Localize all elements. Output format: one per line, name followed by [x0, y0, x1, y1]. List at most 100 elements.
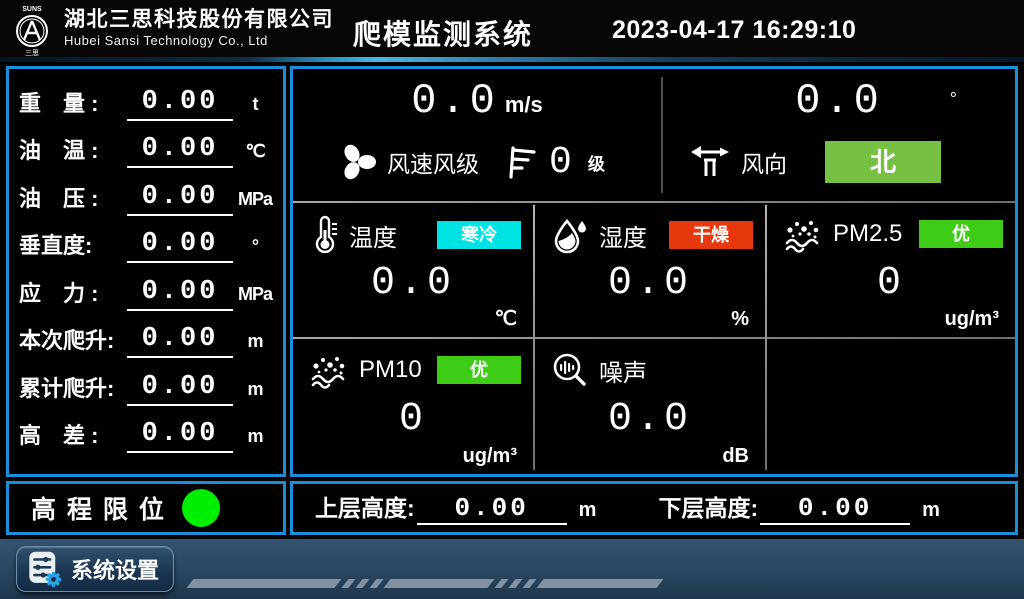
metric-value: 0.00	[127, 231, 233, 263]
wind-direction-label: 风向	[741, 145, 787, 179]
temperature-value: 0.0	[293, 261, 533, 306]
lower-height-unit: m	[922, 499, 940, 525]
metric-row-oil-temp: 油 温 : 0.00 ℃	[19, 133, 273, 168]
company-name-cn: 湖北三思科技股份有限公司	[64, 9, 334, 31]
metric-value: 0.00	[127, 89, 233, 121]
system-settings-button[interactable]: 系统设置	[16, 546, 174, 592]
upper-height-group: 上层高度: 0.00 m	[315, 489, 596, 525]
cell-temperature: 温度 寒冷 0.0 ℃	[293, 203, 533, 337]
header-bar: SUNS 三思 湖北三思科技股份有限公司 Hubei Sansi Technol…	[0, 0, 1024, 57]
metric-label: 重 量 :	[19, 86, 123, 121]
logo-sansi-text: 三思	[25, 49, 39, 57]
cell-pm10: PM10 优 0 ug/m³	[293, 339, 533, 474]
taskbar: 系统设置	[0, 539, 1024, 599]
metric-row-oil-pressure: 油 压 : 0.00 MPa	[19, 181, 273, 216]
lower-height-group: 下层高度: 0.00 m	[658, 489, 939, 525]
pm10-unit: ug/m³	[463, 445, 517, 468]
header-accent-strip	[0, 57, 1024, 62]
temperature-unit: ℃	[495, 306, 517, 331]
environment-panel: 0.0m/s 风速风级 0 级 0.0 °	[290, 66, 1018, 477]
wind-direction-readout: 0.0	[663, 77, 1015, 125]
metric-value: 0.00	[127, 374, 233, 406]
cell-temperature-head: 温度 寒冷	[293, 203, 533, 255]
metric-unit: m	[237, 379, 273, 406]
thermometer-icon	[309, 215, 339, 255]
metric-unit: ℃	[237, 141, 273, 168]
lower-height-value: 0.00	[760, 495, 910, 525]
pm10-value: 0	[293, 397, 533, 442]
upper-height-label: 上层高度:	[315, 489, 415, 525]
wind-direction-row: 风向 北	[687, 135, 941, 189]
metric-unit: m	[237, 331, 273, 358]
wind-speed-value: 0.0	[411, 77, 499, 125]
metric-unit: t	[237, 94, 273, 121]
cell-noise-head: 噪声	[535, 339, 765, 389]
metric-row-height-diff: 高 差 : 0.00 m	[19, 418, 273, 453]
cell-pm10-head: PM10 优	[293, 339, 533, 389]
humidity-unit: %	[731, 308, 749, 331]
humidity-value: 0.0	[535, 261, 765, 306]
metric-label: 本次爬升:	[19, 323, 123, 358]
metric-row-current-climb: 本次爬升: 0.00 m	[19, 323, 273, 358]
noise-value: 0.0	[535, 397, 765, 442]
metric-value: 0.00	[127, 326, 233, 358]
metric-label: 高 差 :	[19, 418, 123, 453]
cell-pm25-head: PM2.5 优	[767, 203, 1015, 253]
particles-icon	[783, 215, 823, 253]
layer-heights-box: 上层高度: 0.00 m 下层高度: 0.00 m	[290, 481, 1018, 535]
noise-icon	[551, 351, 589, 389]
particles-icon	[309, 351, 349, 389]
pm25-value: 0	[767, 261, 1015, 306]
monitor-screen: SUNS 三思 湖北三思科技股份有限公司 Hubei Sansi Technol…	[0, 0, 1024, 599]
elevation-limit-light	[182, 489, 220, 527]
metric-unit: m	[237, 426, 273, 453]
metric-unit: °	[237, 236, 273, 263]
wind-level-readout: 风速风级 0 级	[335, 135, 605, 189]
system-settings-label: 系统设置	[71, 553, 159, 585]
company-name-en: Hubei Sansi Technology Co., Ltd	[64, 34, 334, 48]
metric-label: 油 压 :	[19, 181, 123, 216]
elevation-limit-label: 高 程 限 位	[31, 490, 166, 526]
metric-unit: MPa	[237, 189, 273, 216]
metrics-panel: 重 量 : 0.00 t 油 温 : 0.00 ℃ 油 压 : 0.00 MPa…	[6, 66, 286, 477]
wind-speed-label: 风速风级	[387, 145, 479, 179]
pm10-label: PM10	[359, 356, 422, 384]
page-title: 爬模监测系统	[353, 13, 533, 53]
temperature-label: 温度	[349, 218, 397, 253]
metric-label: 应 力 :	[19, 276, 123, 311]
wind-direction-value: 0.0	[795, 77, 883, 125]
droplet-icon	[551, 215, 589, 255]
noise-unit: dB	[722, 445, 749, 468]
pm25-unit: ug/m³	[945, 308, 999, 331]
humidity-label: 湿度	[599, 218, 647, 253]
upper-height-value: 0.00	[417, 495, 567, 525]
wind-direction-unit: °	[950, 89, 957, 110]
cell-pm25: PM2.5 优 0 ug/m³	[767, 203, 1015, 337]
metric-value: 0.00	[127, 421, 233, 453]
logo-suns-text: SUNS	[22, 6, 42, 13]
wind-direction-section: 0.0 ° 风向 北	[663, 69, 1015, 201]
metric-row-verticality: 垂直度: 0.00 °	[19, 228, 273, 263]
fan-icon	[335, 140, 379, 184]
humidity-status-badge: 干燥	[669, 221, 753, 249]
taskbar-decor-stripes	[190, 579, 660, 588]
wind-level-flag-icon	[505, 143, 537, 181]
wind-direction-badge: 北	[825, 141, 941, 183]
metric-label: 累计爬升:	[19, 371, 123, 406]
metric-unit: MPa	[237, 284, 273, 311]
datetime-display: 2023-04-17 16:29:10	[612, 16, 856, 45]
lower-height-label: 下层高度:	[658, 489, 758, 525]
pm25-status-badge: 优	[919, 220, 1003, 248]
metric-value: 0.00	[127, 136, 233, 168]
temperature-status-badge: 寒冷	[437, 221, 521, 249]
company-block: 湖北三思科技股份有限公司 Hubei Sansi Technology Co.,…	[64, 9, 334, 48]
metric-row-total-climb: 累计爬升: 0.00 m	[19, 371, 273, 406]
wind-speed-section: 0.0m/s 风速风级 0 级	[293, 69, 661, 201]
cell-humidity: 湿度 干燥 0.0 %	[535, 203, 765, 337]
metric-row-stress: 应 力 : 0.00 MPa	[19, 276, 273, 311]
pm10-status-badge: 优	[437, 356, 521, 384]
wind-level-unit: 级	[588, 150, 605, 175]
sansi-logo-icon: SUNS 三思	[8, 3, 56, 57]
metric-label: 垂直度:	[19, 228, 123, 263]
cell-humidity-head: 湿度 干燥	[535, 203, 765, 255]
